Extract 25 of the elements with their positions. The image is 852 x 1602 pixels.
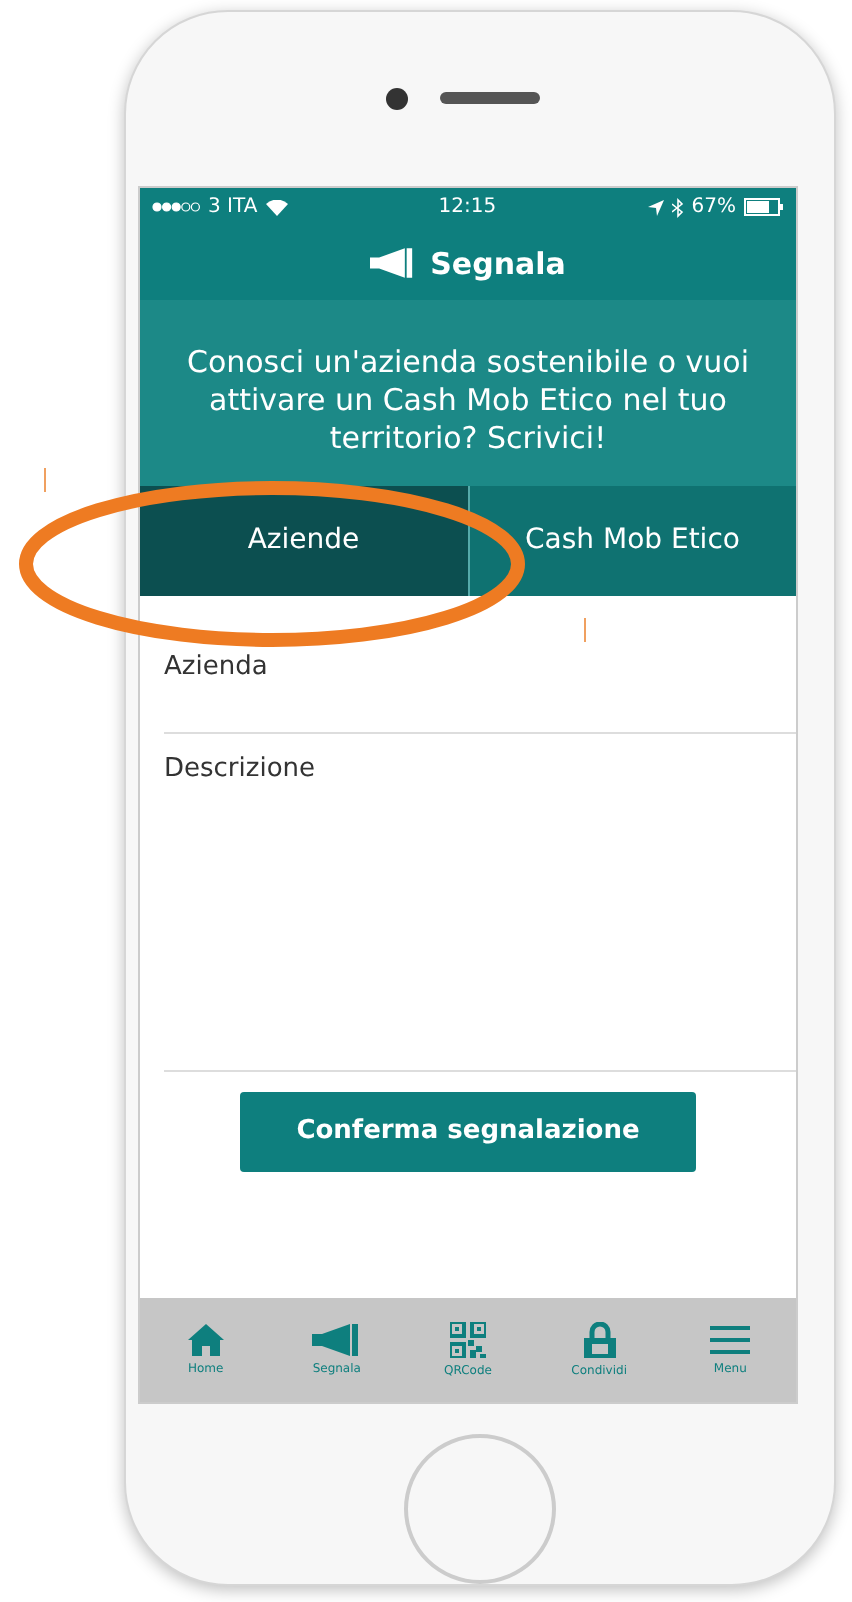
bluetooth-icon	[671, 197, 684, 218]
battery-icon	[743, 198, 784, 217]
lock-icon	[581, 1322, 618, 1359]
speaker-slot	[439, 92, 539, 105]
tick-mark	[584, 618, 586, 642]
location-arrow-icon	[647, 199, 664, 216]
field-label: Descrizione	[164, 751, 316, 784]
signal-icon	[152, 202, 200, 213]
menu-icon	[710, 1324, 751, 1357]
battery-percent: 67%	[691, 196, 736, 219]
megaphone-icon	[312, 1324, 361, 1357]
clock-label: 12:15	[438, 196, 497, 219]
tick-mark	[44, 468, 46, 492]
camera-dot	[385, 87, 407, 110]
tab[interactable]: Cash Mob Etico	[467, 485, 796, 596]
field-label: Azienda	[164, 649, 268, 682]
home-button[interactable]	[404, 1434, 556, 1584]
qr-code-icon	[449, 1322, 486, 1359]
wifi-icon	[265, 199, 288, 216]
intro-text: Conosci un'azienda sostenibile o vuoi attivare un Cash Mob Etico nel tuo territorio? Scrivici!	[140, 299, 796, 486]
screen-title: Segnala	[430, 245, 566, 282]
home-icon	[187, 1324, 224, 1357]
submit-button[interactable]: Conferma segnalazione	[240, 1091, 696, 1172]
carrier-label: 3 ITA	[208, 196, 258, 219]
megaphone-icon	[370, 248, 415, 279]
